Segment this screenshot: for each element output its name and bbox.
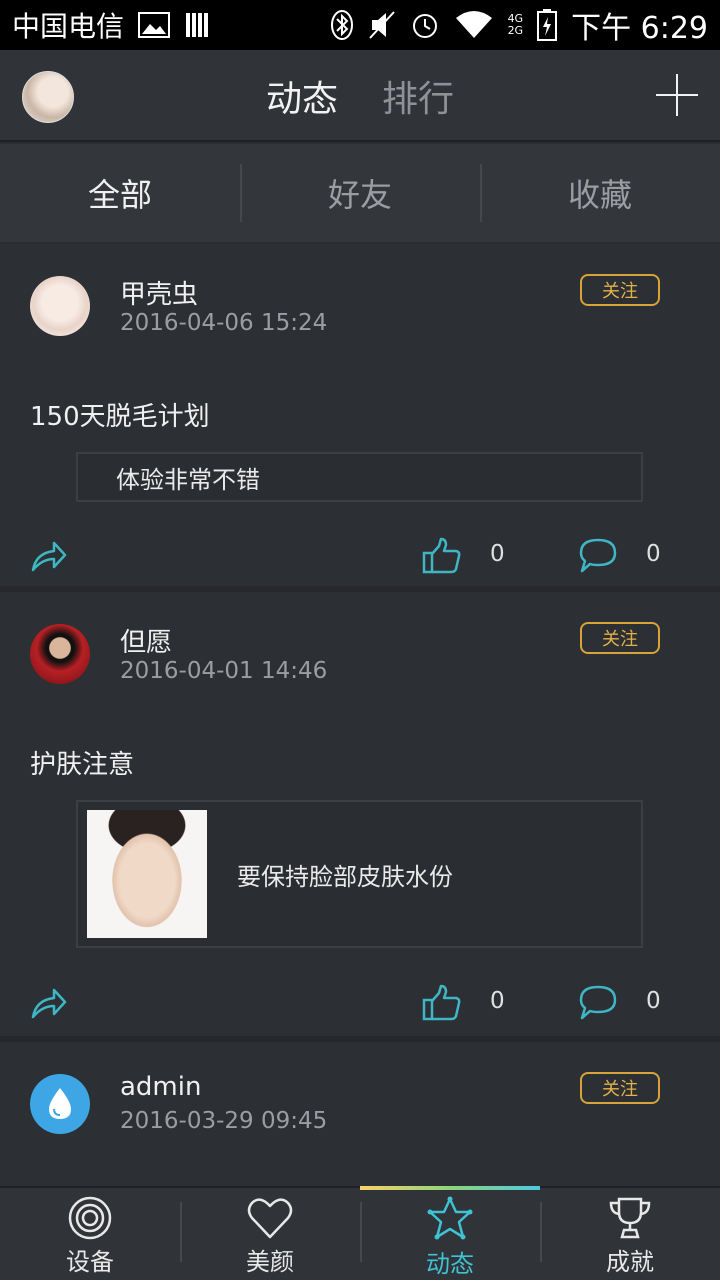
nav-label: 成就 [606,1248,654,1276]
card-image [87,810,207,938]
post-time: 2016-03-29 09:45 [120,1108,328,1134]
top-tabs: 动态 排行 [0,50,720,142]
signal-icon: 4G 2G [508,13,524,37]
avatar[interactable] [30,1074,90,1134]
network-2g-label: 2G [507,24,524,37]
post-username[interactable]: admin [120,1072,201,1102]
top-bar: 动态 排行 [0,50,720,142]
image-notification-icon [138,11,171,39]
tab-ranking[interactable]: 排行 [382,70,454,122]
feed-post: admin 2016-03-29 09:45 关注 [0,1042,720,1192]
share-icon[interactable] [30,984,68,1024]
feed-post: 甲壳虫 2016-04-06 15:24 关注 150天脱毛计划 体验非常不错 … [0,244,720,592]
post-title[interactable]: 150天脱毛计划 [30,396,210,433]
comment-count: 0 [646,541,661,567]
nav-label: 设备 [66,1248,114,1276]
wifi-icon [454,10,494,40]
nav-dynamic[interactable]: 动态 [360,1186,540,1280]
alarm-icon [410,10,440,40]
comment-count: 0 [646,988,661,1014]
mute-icon [368,10,396,40]
trophy-icon [609,1197,651,1239]
post-card[interactable]: 要保持脸部皮肤水份 [76,800,643,948]
post-username[interactable]: 甲壳虫 [120,274,198,311]
carrier-label: 中国电信 [12,10,125,43]
share-icon[interactable] [30,537,68,577]
feed-post: 但愿 2016-04-01 14:46 关注 护肤注意 要保持脸部皮肤水份 0 … [0,592,720,1042]
tab-dynamic[interactable]: 动态 [266,70,338,122]
nav-achievement[interactable]: 成就 [540,1188,720,1280]
card-text: 要保持脸部皮肤水份 [237,862,453,891]
feed: 甲壳虫 2016-04-06 15:24 关注 150天脱毛计划 体验非常不错 … [0,244,720,1192]
nav-label: 美颜 [246,1248,294,1276]
filter-friends[interactable]: 好友 [240,144,480,242]
post-time: 2016-04-01 14:46 [120,658,328,684]
action-row: 0 0 [0,537,720,577]
status-bar: 中国电信 4G 2G 下午 6:29 [0,0,720,50]
follow-button[interactable]: 关注 [580,1072,660,1104]
filter-bar: 全部 好友 收藏 [0,144,720,242]
comment-icon[interactable] [578,537,618,579]
action-row: 0 0 [0,984,720,1024]
like-count: 0 [490,541,505,567]
like-count: 0 [490,988,505,1014]
add-post-button[interactable] [656,74,698,116]
heart-icon [247,1198,293,1239]
follow-button[interactable]: 关注 [580,274,660,306]
post-username[interactable]: 但愿 [120,622,172,659]
nav-label: 动态 [426,1250,474,1278]
comment-icon[interactable] [578,984,618,1026]
like-icon[interactable] [422,537,462,579]
nav-device[interactable]: 设备 [0,1188,180,1280]
bluetooth-icon [330,9,354,41]
post-time: 2016-04-06 15:24 [120,310,328,336]
star-network-icon [427,1196,473,1240]
post-title[interactable]: 护肤注意 [30,744,134,781]
filter-favorites[interactable]: 收藏 [480,144,720,242]
status-time: 下午 6:29 [571,11,708,46]
storage-icon [184,11,210,39]
nav-beauty[interactable]: 美颜 [180,1188,360,1280]
follow-button[interactable]: 关注 [580,622,660,654]
avatar[interactable] [30,624,90,684]
water-drop-icon [49,1088,71,1119]
device-icon [68,1196,112,1240]
card-text: 体验非常不错 [116,465,260,494]
battery-icon [537,9,558,41]
avatar[interactable] [30,276,90,336]
like-icon[interactable] [422,984,462,1026]
bottom-nav: 设备 美颜 动态 成就 [0,1186,720,1280]
filter-all[interactable]: 全部 [0,144,240,242]
post-card[interactable]: 体验非常不错 [76,452,643,502]
